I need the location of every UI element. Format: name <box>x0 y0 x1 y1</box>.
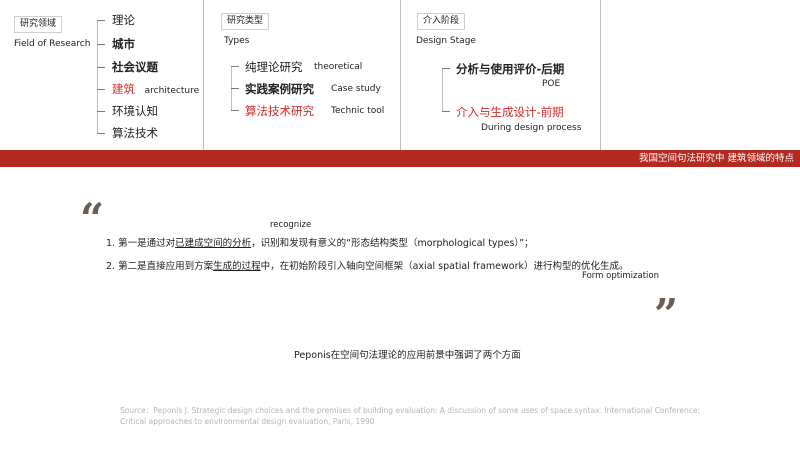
field-tag: 研究领域 <box>14 16 63 33</box>
field-item-architecture: 建筑 architecture <box>112 82 199 98</box>
types-item-case: 实践案例研究 <box>245 82 314 96</box>
field-bracket-line <box>97 20 98 133</box>
stage-tick <box>442 111 450 112</box>
types-tick <box>231 66 239 67</box>
field-item-urban: 城市 <box>112 37 135 51</box>
close-quote-mark: ” <box>654 290 679 339</box>
field-tick <box>97 67 105 68</box>
field-tick <box>97 44 105 45</box>
field-tick <box>97 20 105 21</box>
stage-item-poe-en: POE <box>542 79 561 89</box>
section-title-band: 我国空间句法研究中 建筑领域的特点 <box>0 150 800 167</box>
point-two-prefix: 2. 第二是直接应用到方案 <box>106 261 214 272</box>
recognize-note: recognize <box>270 220 312 230</box>
point-one: 1. 第一是通过对已建成空间的分析，识别和发现有意义的“形态结构类型（morph… <box>106 235 534 249</box>
field-tick <box>97 111 105 112</box>
column-divider <box>600 0 601 150</box>
field-item-algorithm: 算法技术 <box>112 126 158 140</box>
form-optimization-note: Form optimization <box>582 271 659 281</box>
point-one-prefix: 1. 第一是通过对 <box>106 238 176 249</box>
point-one-suffix: ，识别和发现有意义的“形态结构类型（morphological types）”； <box>251 238 534 249</box>
field-item-theory: 理论 <box>112 13 135 27</box>
field-tick <box>97 89 105 90</box>
point-two-suffix: 中，在初始阶段引入轴向空间框架（axial spatial framework）… <box>260 261 629 272</box>
types-item-theoretical: 纯理论研究 <box>245 60 303 74</box>
stage-subtitle: Design Stage <box>416 36 476 46</box>
point-one-underlined: 已建成空间的分析 <box>175 238 252 249</box>
types-item-theoretical-en: theoretical <box>314 62 363 72</box>
field-item-architecture-label: 建筑 <box>112 82 135 96</box>
point-two: 2. 第二是直接应用到方案生成的过程中，在初始阶段引入轴向空间框架（axial … <box>106 258 628 272</box>
types-tick <box>231 110 239 111</box>
types-item-technic: 算法技术研究 <box>245 104 314 118</box>
source-line: Source：Peponis J. Strategic design choic… <box>120 406 701 415</box>
types-tick <box>231 88 239 89</box>
field-tick <box>97 133 105 134</box>
types-item-technic-en: Technic tool <box>331 106 385 116</box>
field-subtitle: Field of Research <box>14 39 91 49</box>
column-divider <box>203 0 204 150</box>
types-tag: 研究类型 <box>221 13 270 30</box>
open-quote-mark: “ <box>80 194 105 243</box>
source-citation: Source：Peponis J. Strategic design choic… <box>120 405 700 427</box>
stage-tag: 介入阶段 <box>417 13 466 30</box>
stage-tick <box>442 68 450 69</box>
source-line: Critical approaches to environmental des… <box>120 417 375 426</box>
field-item-architecture-en: architecture <box>144 86 200 96</box>
field-item-social: 社会议题 <box>112 60 158 74</box>
stage-bracket-line <box>442 68 443 112</box>
point-two-underlined: 生成的过程 <box>213 261 261 272</box>
stage-item-generative-en: During design process <box>481 123 582 133</box>
stage-item-generative: 介入与生成设计-前期 <box>456 105 564 119</box>
column-divider <box>400 0 401 150</box>
field-item-cognition: 环境认知 <box>112 104 158 118</box>
stage-item-poe: 分析与使用评价-后期 <box>456 62 565 76</box>
types-subtitle: Types <box>224 36 250 46</box>
types-item-case-en: Case study <box>331 84 381 94</box>
summary-text: Peponis在空间句法理论的应用前景中强调了两个方面 <box>294 350 521 361</box>
section-title: 我国空间句法研究中 建筑领域的特点 <box>638 153 794 164</box>
